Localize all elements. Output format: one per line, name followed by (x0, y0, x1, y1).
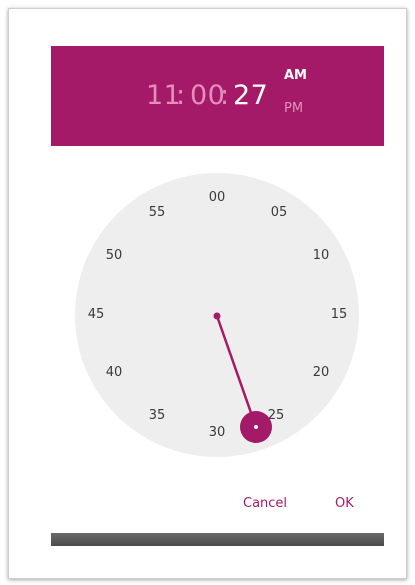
dial-label-05[interactable]: 05 (264, 205, 294, 221)
dial-label-50[interactable]: 50 (99, 248, 129, 264)
dial-label-45[interactable]: 45 (81, 307, 111, 323)
clock-dial[interactable] (75, 173, 359, 457)
dial-label-00[interactable]: 00 (202, 190, 232, 206)
dial-label-55[interactable]: 55 (142, 205, 172, 221)
dial-label-40[interactable]: 40 (99, 365, 129, 381)
dial-label-25[interactable]: 25 (261, 408, 291, 424)
dial-label-20[interactable]: 20 (306, 365, 336, 381)
bottom-bar (51, 533, 384, 546)
ok-button[interactable]: OK (335, 496, 354, 511)
dial-label-35[interactable]: 35 (142, 408, 172, 424)
seconds-field[interactable]: 27 (233, 78, 268, 114)
time-separator: : (220, 80, 230, 111)
dial-label-10[interactable]: 10 (306, 248, 336, 264)
time-separator: : (176, 80, 186, 111)
dial-label-30[interactable]: 30 (202, 425, 232, 441)
pm-toggle[interactable]: PM (284, 101, 303, 116)
cancel-button[interactable]: Cancel (243, 496, 287, 511)
dial-label-15[interactable]: 15 (324, 307, 354, 323)
am-toggle[interactable]: AM (284, 68, 307, 83)
